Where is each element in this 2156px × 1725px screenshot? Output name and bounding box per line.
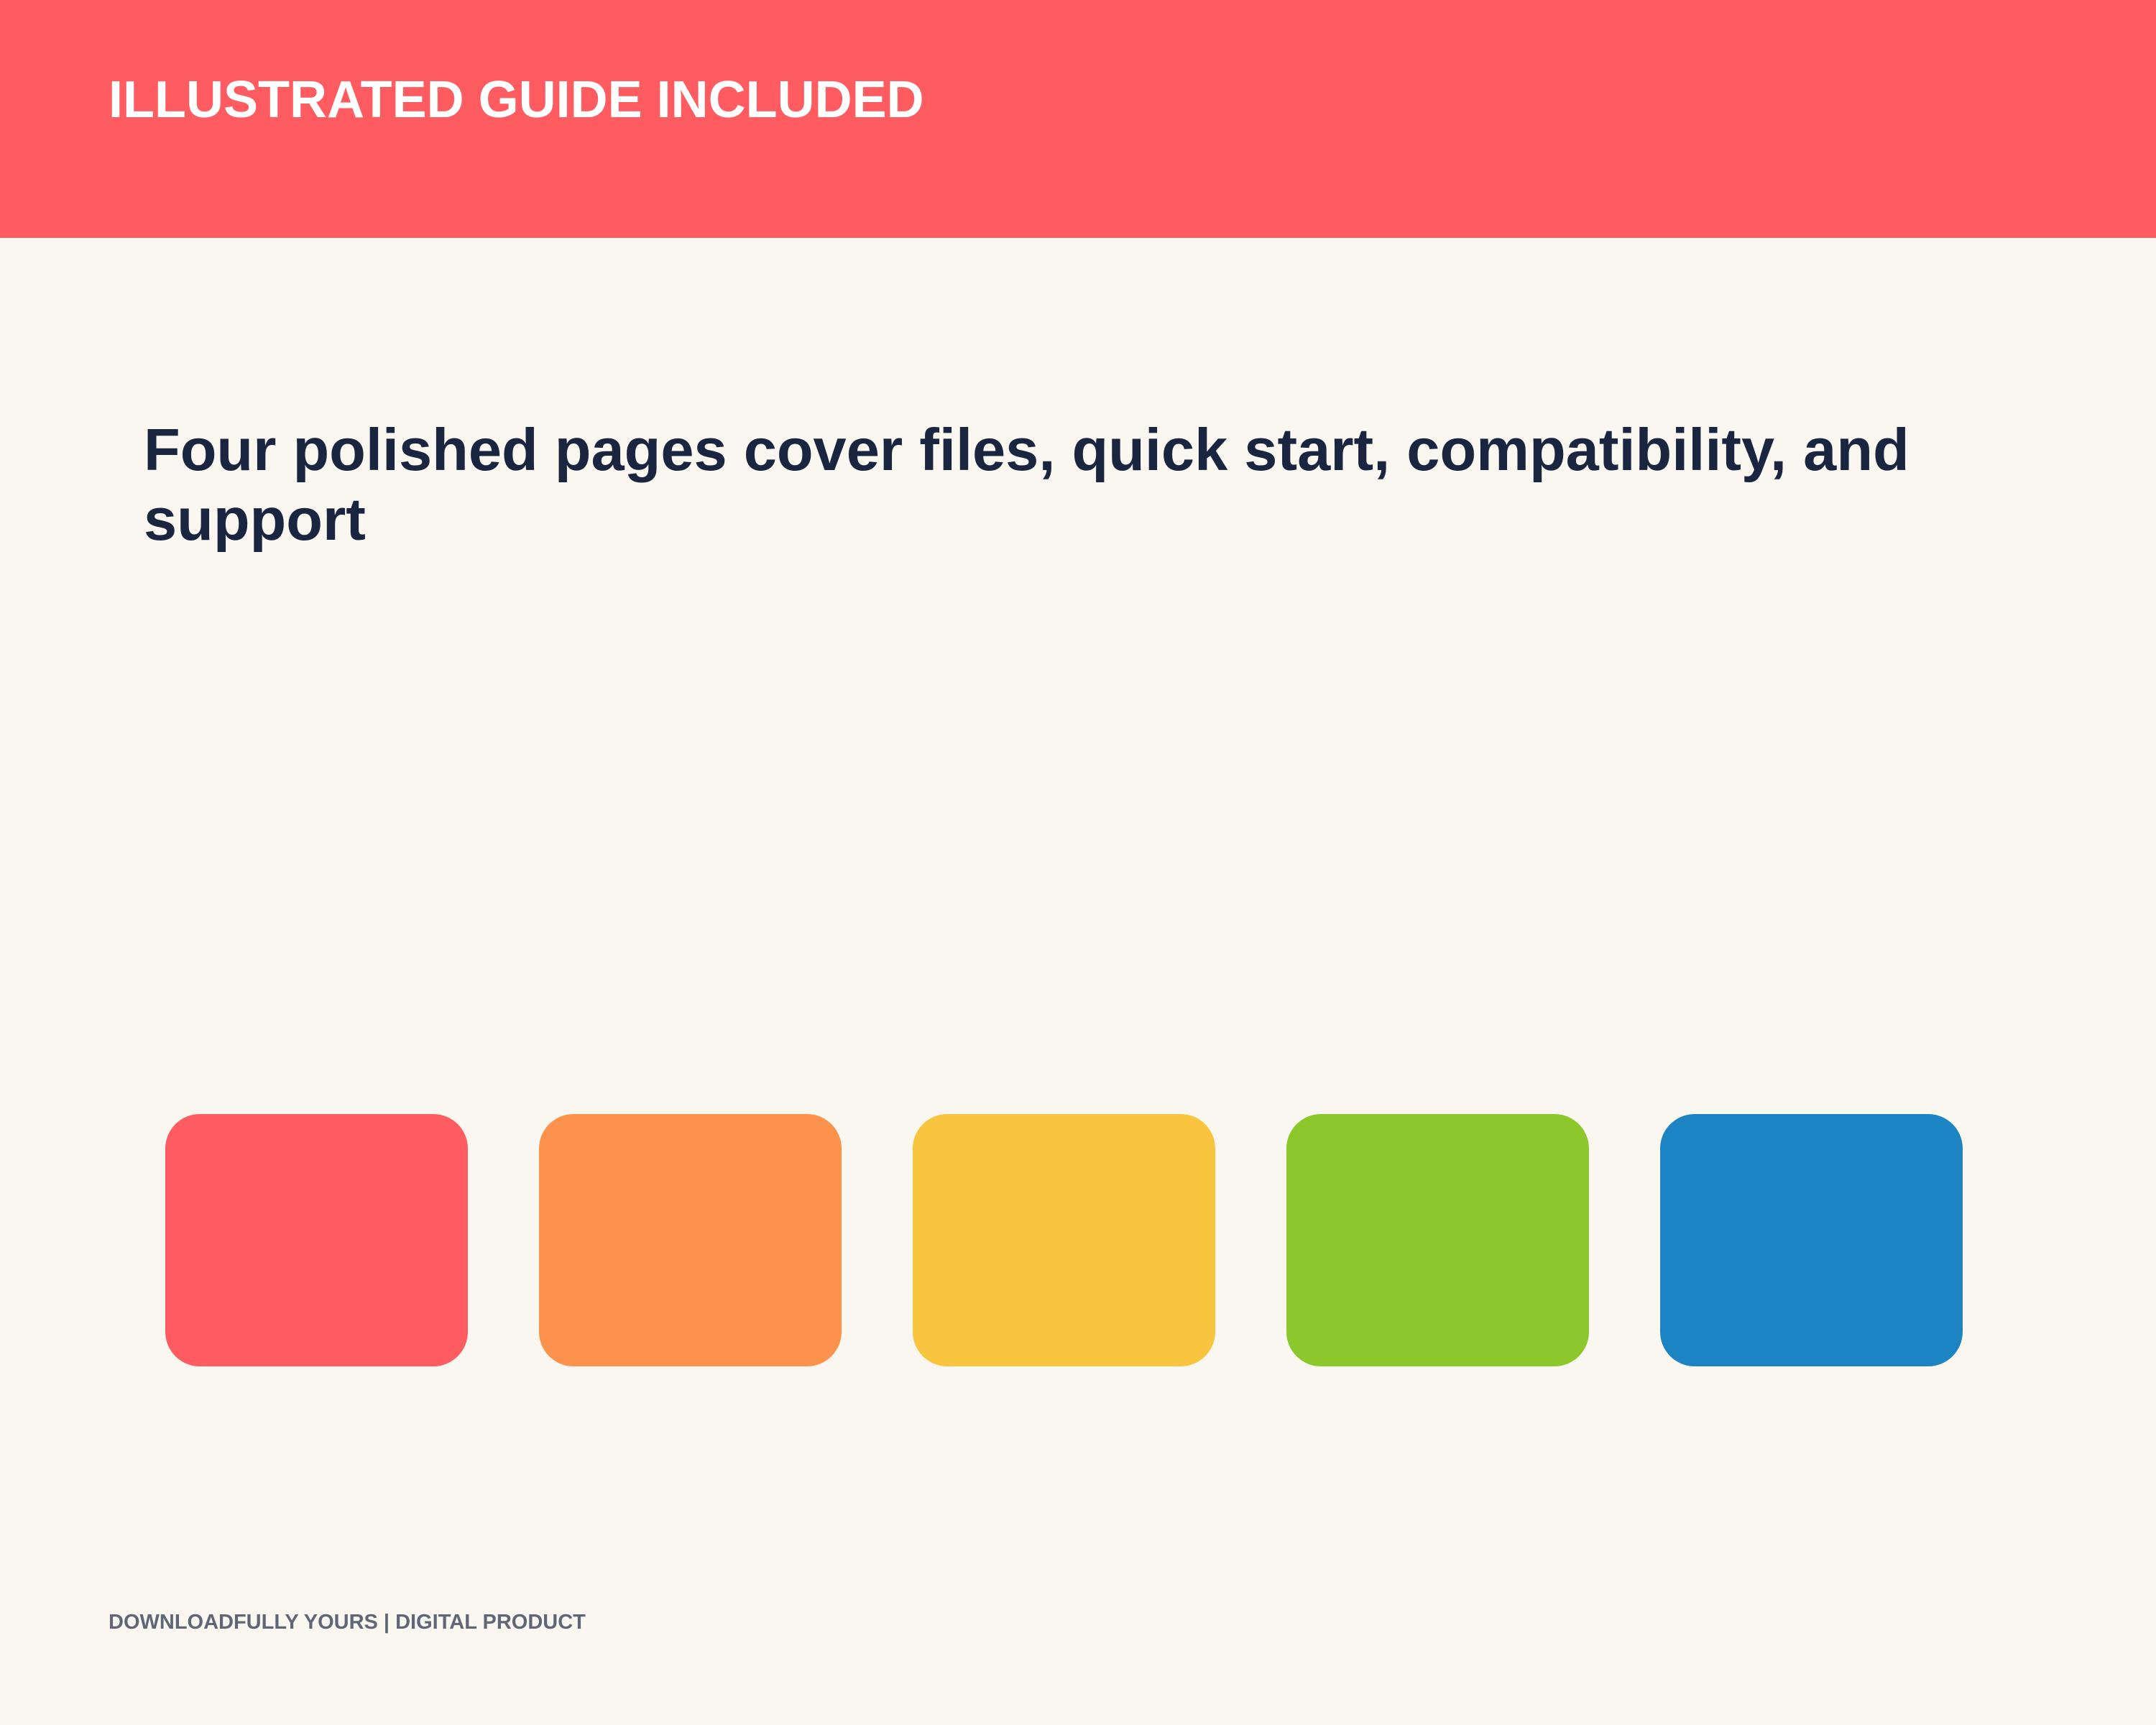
footer-brand-text: DOWNLOADFULLY YOURS | DIGITAL PRODUCT xyxy=(109,1611,586,1634)
header-title: ILLUSTRATED GUIDE INCLUDED xyxy=(109,71,924,129)
header-banner: ILLUSTRATED GUIDE INCLUDED xyxy=(0,0,2156,238)
page-headline: Four polished pages cover files, quick s… xyxy=(144,416,1909,553)
color-swatch-red xyxy=(165,1114,468,1366)
color-swatch-yellow xyxy=(913,1114,1215,1366)
color-swatch-orange xyxy=(539,1114,842,1366)
color-swatch-green xyxy=(1286,1114,1589,1366)
color-swatch-row xyxy=(165,1114,1963,1366)
color-swatch-blue xyxy=(1660,1114,1963,1366)
